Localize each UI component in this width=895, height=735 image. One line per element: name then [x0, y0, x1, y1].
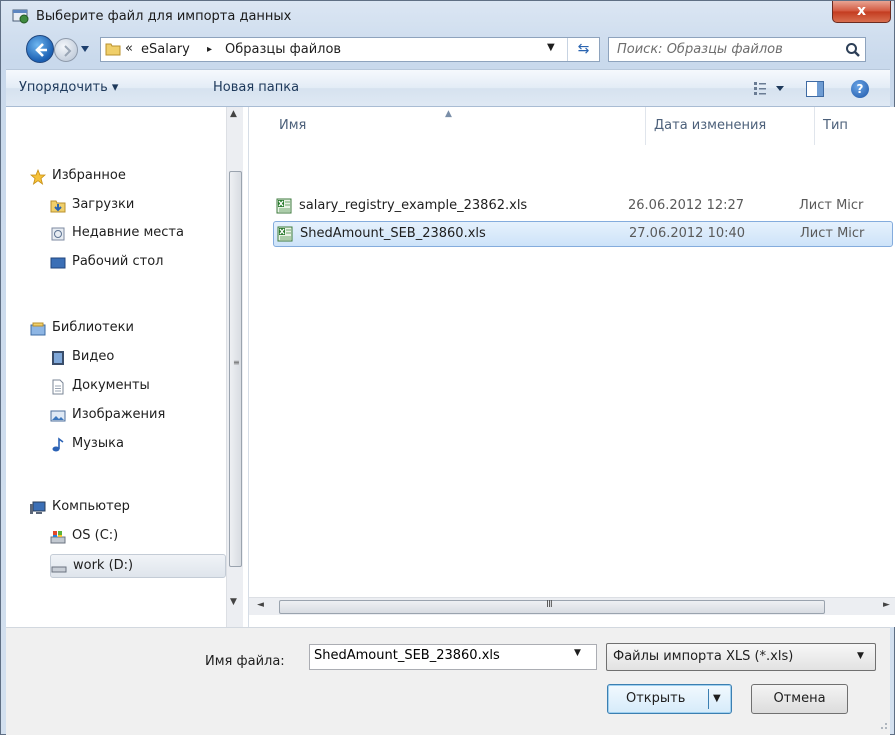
new-folder-button[interactable]: Новая папка: [213, 80, 299, 95]
nav-favorites-label: Избранное: [52, 168, 126, 183]
file-row[interactable]: salary_registry_example_23862.xls 26.06.…: [273, 194, 873, 220]
folder-icon: [105, 43, 121, 56]
filename-label: Имя файла:: [205, 654, 285, 669]
nav-item-label: Недавние места: [72, 225, 184, 240]
column-header-name[interactable]: Имя: [279, 107, 306, 145]
back-button[interactable]: [26, 35, 54, 63]
nav-item-label: Видео: [72, 349, 115, 364]
grip-icon: ≡: [233, 358, 240, 367]
desktop-icon: [50, 257, 66, 269]
nav-item-label: Музыка: [72, 436, 124, 451]
split-divider: [708, 689, 709, 709]
nav-scroll-thumb[interactable]: ≡: [229, 171, 242, 567]
search-box[interactable]: Поиск: Образцы файлов: [608, 37, 866, 62]
column-separator[interactable]: [645, 107, 646, 145]
column-header-date[interactable]: Дата изменения: [654, 107, 766, 145]
file-date: 27.06.2012 10:40: [629, 226, 746, 241]
open-button-label: Открыть: [626, 691, 686, 706]
navigation-pane: Избранное Загрузки Недавние места Рабочи…: [6, 107, 248, 627]
scroll-left-arrow-icon[interactable]: ◄: [257, 600, 264, 610]
file-row-selected[interactable]: ShedAmount_SEB_23860.xls 27.06.2012 10:4…: [273, 221, 893, 247]
filetype-select[interactable]: Файлы импорта XLS (*.xls) ▼: [606, 643, 876, 671]
window-title: Выберите файл для импорта данных: [36, 9, 292, 24]
filename-dropdown-icon[interactable]: ▼: [574, 648, 581, 658]
search-icon[interactable]: [845, 42, 861, 58]
file-name: ShedAmount_SEB_23860.xls: [300, 226, 486, 241]
breadcrumb-samples[interactable]: Образцы файлов: [225, 42, 341, 57]
open-button[interactable]: Открыть ▼: [607, 684, 732, 714]
address-bar[interactable]: « eSalary ▸ Образцы файлов ▼ ⇆: [100, 37, 600, 62]
recent-places-icon: [51, 227, 65, 241]
title-bar: Выберите файл для импорта данных x: [6, 1, 895, 31]
file-list-pane: Имя ▲ Дата изменения Тип salary_registry…: [248, 107, 895, 627]
grip-icon: III: [546, 599, 553, 610]
nav-libraries-label: Библиотеки: [52, 320, 134, 335]
filename-combobox[interactable]: ▼: [309, 644, 597, 670]
pictures-icon: [50, 410, 66, 422]
nav-item-label: work (D:): [73, 558, 134, 573]
breadcrumb-overflow[interactable]: «: [125, 41, 133, 56]
documents-icon: [52, 379, 64, 395]
address-dropdown-icon[interactable]: ▼: [547, 42, 555, 53]
star-icon: [30, 169, 46, 185]
nav-computer-label: Компьютер: [52, 499, 130, 514]
resize-grip-icon[interactable]: [878, 720, 888, 730]
music-icon: [52, 437, 64, 452]
filetype-dropdown-icon: ▼: [857, 651, 864, 661]
file-horizontal-scrollbar[interactable]: ◄ III ►: [249, 597, 895, 615]
filename-input[interactable]: [314, 648, 564, 663]
drive-icon: [51, 566, 67, 573]
recent-pages-dropdown-icon[interactable]: [80, 45, 90, 53]
nav-item-label: OS (C:): [72, 528, 119, 543]
file-type: Лист Micr: [800, 226, 865, 241]
command-toolbar: Упорядочить ▾ Новая папка ?: [6, 69, 890, 107]
arrow-left-icon: [35, 43, 47, 57]
breadcrumb-esalary[interactable]: eSalary: [141, 42, 190, 57]
sort-ascending-icon: ▲: [445, 109, 452, 119]
nav-item-label: Изображения: [72, 407, 166, 422]
file-type: Лист Micr: [799, 198, 864, 213]
nav-item-label: Рабочий стол: [72, 254, 164, 269]
help-icon[interactable]: ?: [851, 80, 869, 98]
scroll-down-arrow-icon[interactable]: ▼: [230, 597, 237, 607]
scroll-up-arrow-icon[interactable]: ▲: [230, 109, 237, 119]
breadcrumb-separator[interactable]: ▸: [207, 44, 212, 55]
scroll-right-arrow-icon[interactable]: ►: [883, 600, 890, 610]
preview-pane-icon[interactable]: [806, 81, 824, 97]
column-header-type[interactable]: Тип: [823, 107, 848, 145]
video-icon: [52, 351, 64, 365]
nav-item-label: Документы: [72, 378, 150, 393]
refresh-icon: ⇆: [577, 41, 590, 57]
dialog-footer: Имя файла: ▼ Файлы импорта XLS (*.xls) ▼…: [6, 627, 890, 735]
change-view-icon[interactable]: [752, 80, 788, 98]
cancel-button[interactable]: Отмена: [751, 684, 848, 714]
file-name: salary_registry_example_23862.xls: [299, 198, 528, 213]
excel-file-icon: [277, 226, 293, 242]
file-scroll-thumb[interactable]: III: [279, 599, 825, 614]
system-drive-icon: [50, 531, 66, 544]
filetype-value: Файлы импорта XLS (*.xls): [613, 649, 794, 664]
open-options-dropdown-icon[interactable]: ▼: [713, 693, 721, 704]
forward-button[interactable]: [54, 38, 78, 62]
search-placeholder: Поиск: Образцы файлов: [617, 42, 783, 57]
arrow-right-icon: [64, 45, 72, 57]
refresh-button[interactable]: ⇆: [567, 38, 599, 61]
nav-vertical-scrollbar[interactable]: ▲ ≡ ▼: [226, 107, 243, 627]
dialog-icon: [12, 9, 29, 24]
file-open-dialog: Выберите файл для импорта данных x « eSa…: [0, 0, 895, 735]
computer-icon: [30, 501, 46, 514]
organize-menu-button[interactable]: Упорядочить ▾: [19, 80, 118, 95]
column-separator[interactable]: [814, 107, 815, 145]
nav-item-drive-d[interactable]: work (D:): [50, 554, 226, 578]
close-button[interactable]: x: [832, 1, 891, 23]
excel-file-icon: [276, 198, 292, 214]
file-date: 26.06.2012 12:27: [628, 198, 745, 213]
libraries-icon: [30, 322, 46, 336]
downloads-folder-icon: [50, 200, 66, 213]
nav-item-label: Загрузки: [72, 197, 135, 212]
